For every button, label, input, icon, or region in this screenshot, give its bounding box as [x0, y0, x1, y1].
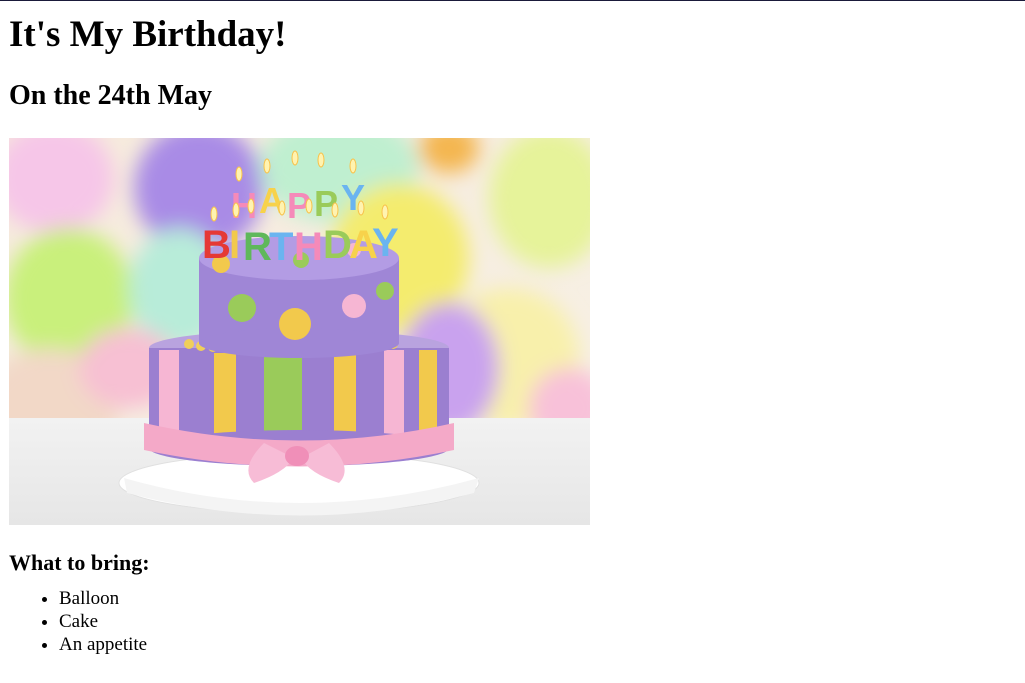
event-date-heading: On the 24th May: [9, 80, 212, 111]
birthday-cake-image: H A P P Y B I R T H D A Y: [9, 138, 590, 525]
svg-text:R: R: [243, 225, 272, 269]
svg-text:I: I: [229, 223, 240, 267]
svg-text:B: B: [202, 223, 231, 267]
svg-text:D: D: [323, 223, 352, 267]
bring-heading: What to bring:: [9, 550, 150, 575]
svg-text:T: T: [269, 225, 293, 269]
bring-item-cake: Cake: [59, 610, 1025, 633]
svg-text:Y: Y: [372, 221, 399, 265]
bring-item-balloon: Balloon: [59, 587, 1025, 610]
bring-item-appetite: An appetite: [59, 633, 1025, 656]
svg-text:H: H: [294, 225, 323, 269]
page-content: It's My Birthday! On the 24th May H A P …: [0, 1, 1025, 656]
bring-list: Balloon Cake An appetite: [9, 577, 1025, 656]
page-title: It's My Birthday!: [9, 14, 287, 55]
